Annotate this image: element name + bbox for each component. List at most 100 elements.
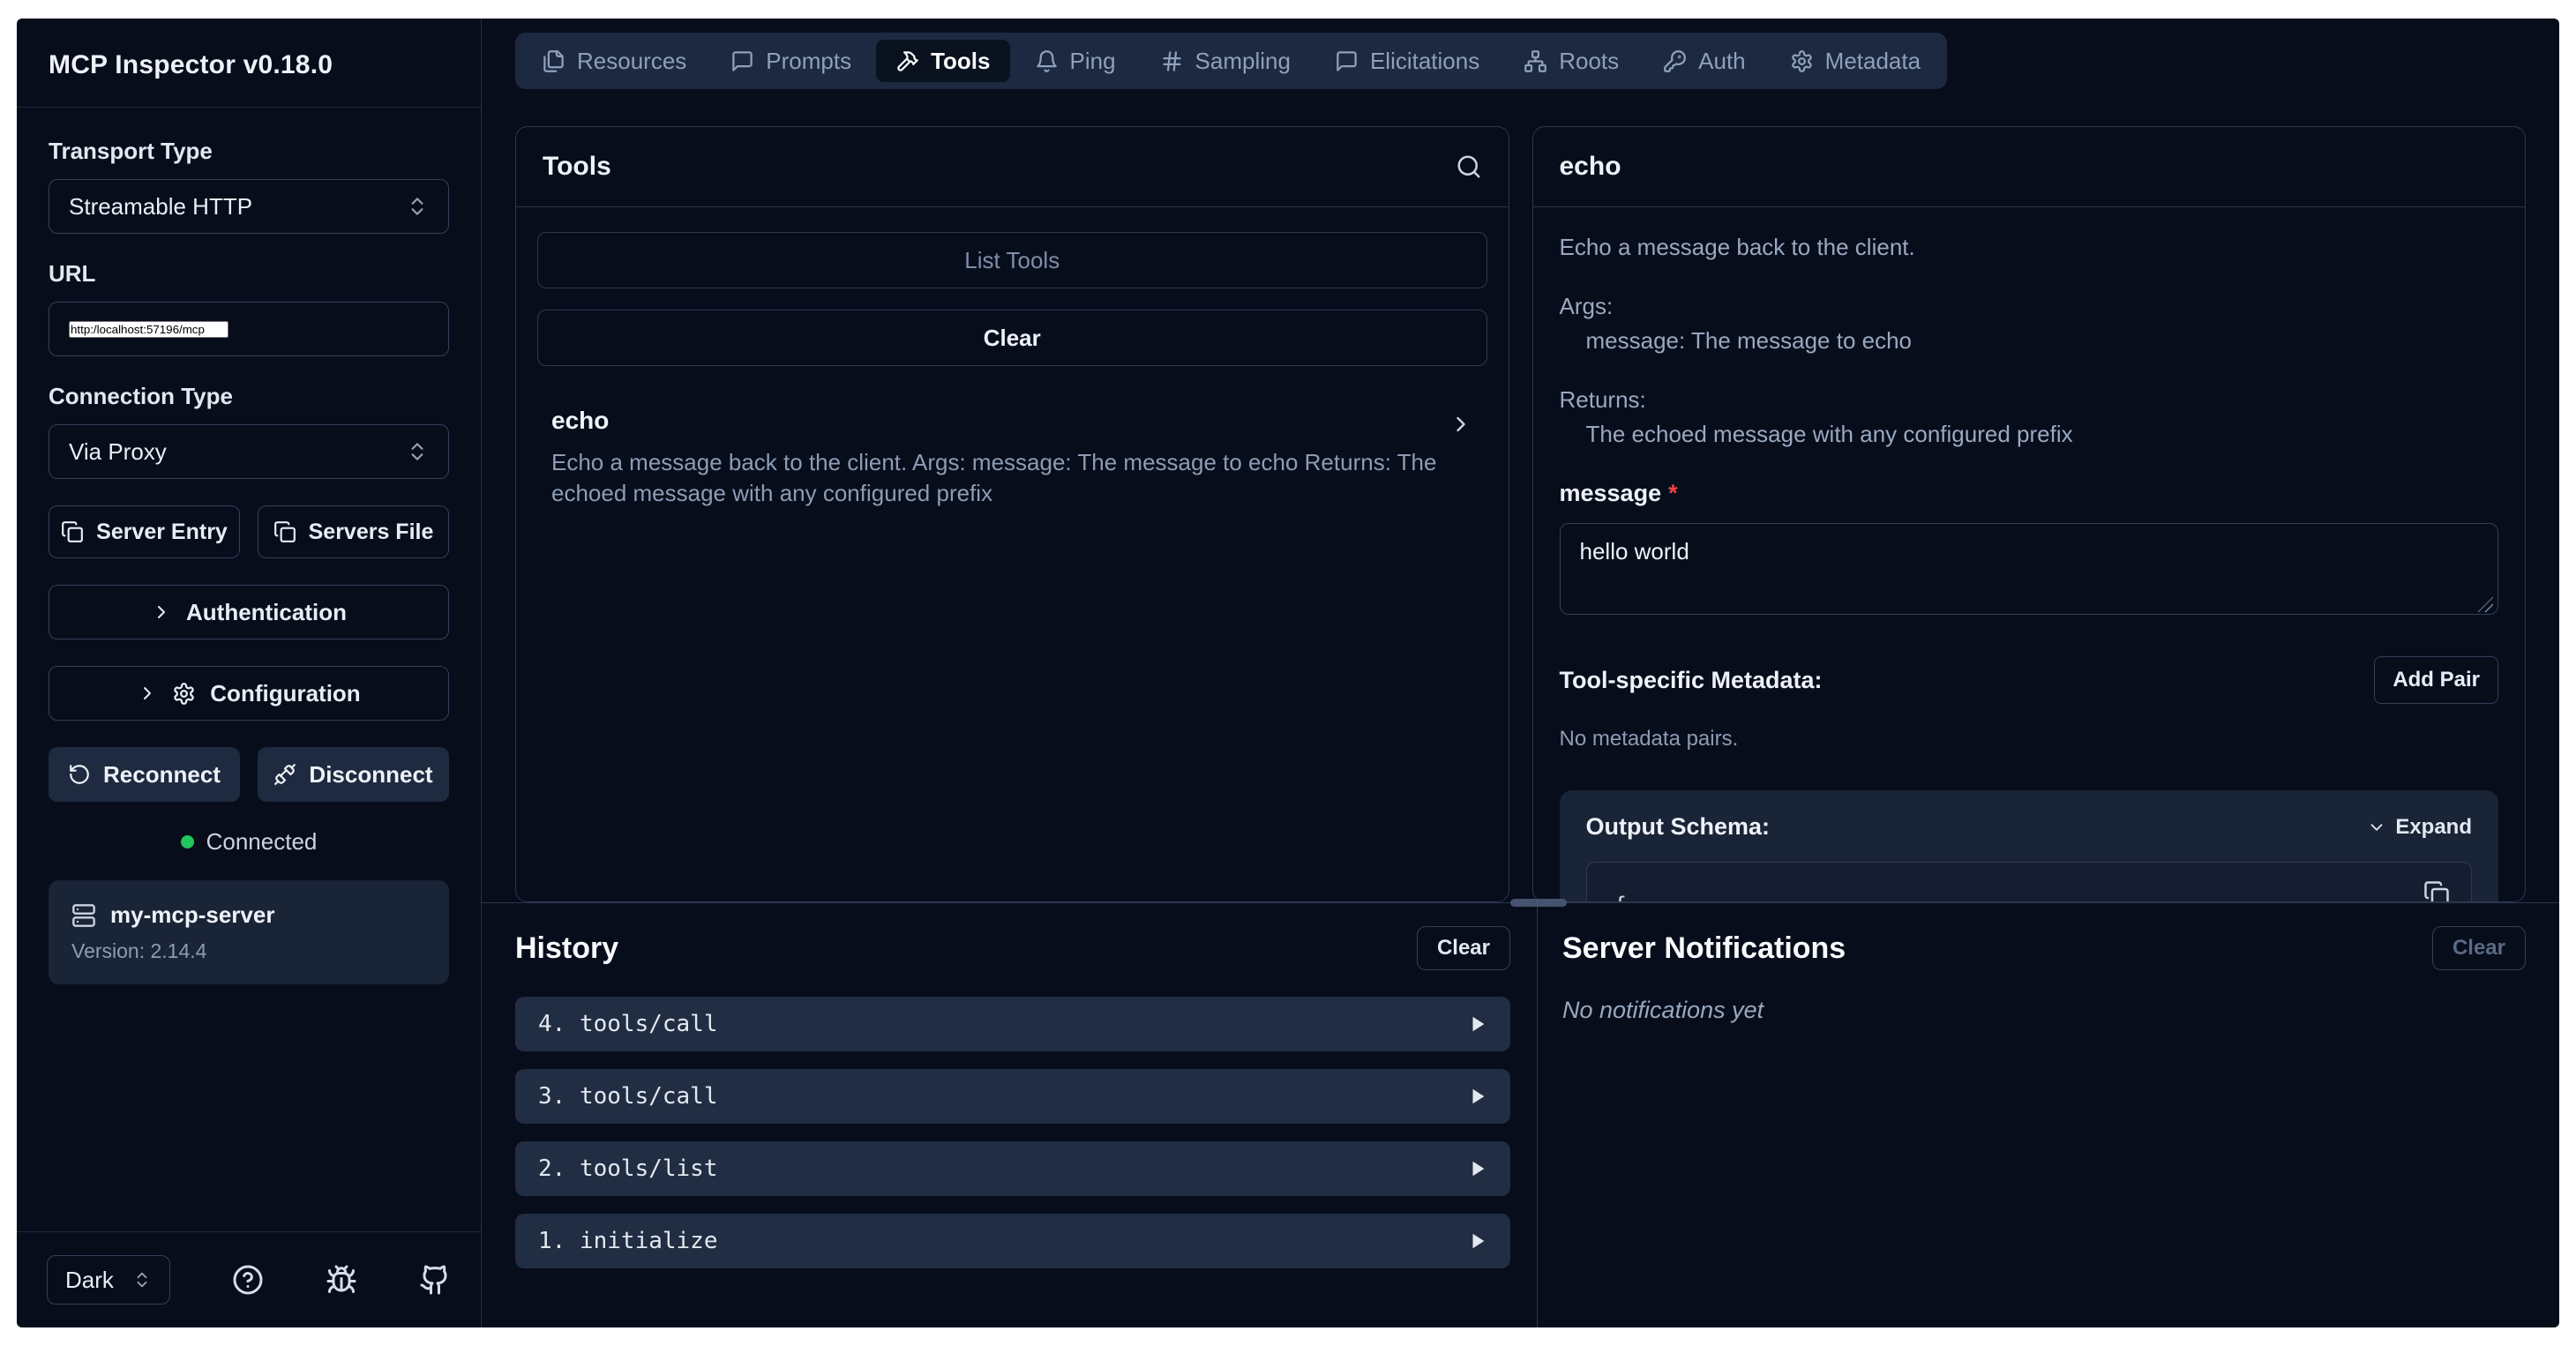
connection-type-value: Via Proxy xyxy=(69,438,167,466)
tab-label: Metadata xyxy=(1825,48,1921,75)
sidebar: MCP Inspector v0.18.0 Transport Type Str… xyxy=(17,19,482,1327)
expand-button[interactable]: Expand xyxy=(2367,815,2472,840)
unplug-icon xyxy=(273,763,296,786)
help-circle-icon[interactable] xyxy=(232,1264,264,1296)
gear-icon xyxy=(172,682,196,706)
history-title: History xyxy=(515,931,618,966)
message-input[interactable]: hello world xyxy=(1560,523,2499,615)
theme-value: Dark xyxy=(65,1267,114,1294)
tool-detail-description: Echo a message back to the client. xyxy=(1560,234,2499,261)
split-drag-handle[interactable] xyxy=(1510,899,1567,907)
url-label: URL xyxy=(49,260,449,288)
copy-icon xyxy=(61,520,84,543)
code-line-brace: { xyxy=(1614,887,2445,901)
notifications-clear-button[interactable]: Clear xyxy=(2432,926,2526,970)
search-icon[interactable] xyxy=(1456,153,1482,180)
clear-tools-label: Clear xyxy=(984,325,1041,352)
list-tools-label: List Tools xyxy=(964,247,1060,274)
tab-tools[interactable]: Tools xyxy=(876,40,1009,82)
chevrons-up-down-icon xyxy=(132,1270,152,1290)
connected-label: Connected xyxy=(206,828,318,856)
history-item[interactable]: 3. tools/call xyxy=(515,1069,1510,1124)
list-tools-button[interactable]: List Tools xyxy=(537,232,1487,288)
disconnect-button[interactable]: Disconnect xyxy=(258,747,449,802)
mcp-inspector-app: MCP Inspector v0.18.0 Transport Type Str… xyxy=(17,19,2559,1327)
returns-label: Returns: xyxy=(1560,386,2499,414)
param-name: message xyxy=(1560,480,1662,506)
tab-label: Sampling xyxy=(1195,48,1291,75)
configuration-toggle[interactable]: Configuration xyxy=(49,666,449,721)
servers-file-button[interactable]: Servers File xyxy=(258,505,449,558)
server-info-card: my-mcp-server Version: 2.14.4 xyxy=(49,880,449,984)
transport-type-label: Transport Type xyxy=(49,138,449,165)
play-icon xyxy=(1468,1231,1487,1251)
tab-resources[interactable]: Resources xyxy=(522,40,706,82)
connection-type-select[interactable]: Via Proxy xyxy=(49,424,449,479)
tools-panel-title: Tools xyxy=(543,152,611,182)
theme-select[interactable]: Dark xyxy=(47,1255,170,1305)
tabbar-row: Resources Prompts Tools Ping Sampling xyxy=(482,19,2559,89)
copy-icon[interactable] xyxy=(2423,880,2450,901)
rotate-ccw-icon xyxy=(68,763,91,786)
tab-label: Tools xyxy=(931,48,990,75)
output-schema-card: Output Schema: Expand xyxy=(1560,790,2499,901)
authentication-toggle[interactable]: Authentication xyxy=(49,585,449,639)
history-item[interactable]: 2. tools/list xyxy=(515,1141,1510,1196)
app-title: MCP Inspector v0.18.0 xyxy=(49,50,449,80)
hash-icon xyxy=(1160,49,1184,73)
disconnect-label: Disconnect xyxy=(309,761,432,789)
history-item-label: 1. initialize xyxy=(538,1228,718,1254)
tab-roots[interactable]: Roots xyxy=(1504,40,1638,82)
history-item[interactable]: 4. tools/call xyxy=(515,997,1510,1051)
server-entry-button[interactable]: Server Entry xyxy=(49,505,240,558)
history-clear-button[interactable]: Clear xyxy=(1417,926,1510,970)
url-field-wrap xyxy=(49,302,449,356)
server-notifications-panel: Server Notifications Clear No notificati… xyxy=(1538,903,2559,1327)
play-icon xyxy=(1468,1087,1487,1106)
tab-sampling[interactable]: Sampling xyxy=(1141,40,1310,82)
args-detail: message: The message to echo xyxy=(1586,327,2499,355)
tab-ping[interactable]: Ping xyxy=(1015,40,1135,82)
metadata-label: Tool-specific Metadata: xyxy=(1560,667,1823,694)
history-item-label: 4. tools/call xyxy=(538,1011,718,1037)
required-asterisk: * xyxy=(1668,480,1678,506)
notifications-title: Server Notifications xyxy=(1562,931,1846,966)
server-icon xyxy=(71,903,96,928)
tool-detail-panel: echo Echo a message back to the client. … xyxy=(1532,126,2527,902)
tool-description: Echo a message back to the client. Args:… xyxy=(551,447,1442,509)
tab-metadata[interactable]: Metadata xyxy=(1771,40,1940,82)
tab-label: Prompts xyxy=(766,48,851,75)
tab-auth[interactable]: Auth xyxy=(1644,40,1765,82)
tools-panel: Tools List Tools Clear echo xyxy=(515,126,1509,902)
reconnect-button[interactable]: Reconnect xyxy=(49,747,240,802)
bug-icon[interactable] xyxy=(326,1264,357,1296)
resize-grip[interactable] xyxy=(2477,596,2493,612)
transport-type-select[interactable]: Streamable HTTP xyxy=(49,179,449,234)
bell-icon xyxy=(1035,49,1059,73)
tool-list-item-echo[interactable]: echo Echo a message back to the client. … xyxy=(537,387,1487,528)
play-icon xyxy=(1468,1159,1487,1178)
history-item[interactable]: 1. initialize xyxy=(515,1214,1510,1268)
reconnect-label: Reconnect xyxy=(103,761,221,789)
chevrons-up-down-icon xyxy=(406,440,429,463)
chevron-right-icon xyxy=(1449,412,1473,437)
screenshot-frame: MCP Inspector v0.18.0 Transport Type Str… xyxy=(0,0,2576,1346)
panels-row: Tools List Tools Clear echo xyxy=(482,126,2559,902)
tab-prompts[interactable]: Prompts xyxy=(711,40,871,82)
nav-tabbar: Resources Prompts Tools Ping Sampling xyxy=(515,33,1947,89)
configuration-label: Configuration xyxy=(210,680,360,707)
tab-label: Resources xyxy=(577,48,686,75)
copy-icon xyxy=(273,520,296,543)
tab-label: Auth xyxy=(1698,48,1746,75)
history-item-label: 3. tools/call xyxy=(538,1083,718,1110)
connection-status: Connected xyxy=(49,828,449,856)
github-icon[interactable] xyxy=(419,1264,451,1296)
network-icon xyxy=(1524,49,1547,73)
url-input[interactable] xyxy=(69,321,228,338)
add-pair-button[interactable]: Add Pair xyxy=(2374,656,2498,704)
message-square-icon xyxy=(730,49,754,73)
chevron-down-icon xyxy=(2367,818,2386,837)
files-icon xyxy=(542,49,565,73)
tab-elicitations[interactable]: Elicitations xyxy=(1315,40,1499,82)
clear-tools-button[interactable]: Clear xyxy=(537,310,1487,366)
